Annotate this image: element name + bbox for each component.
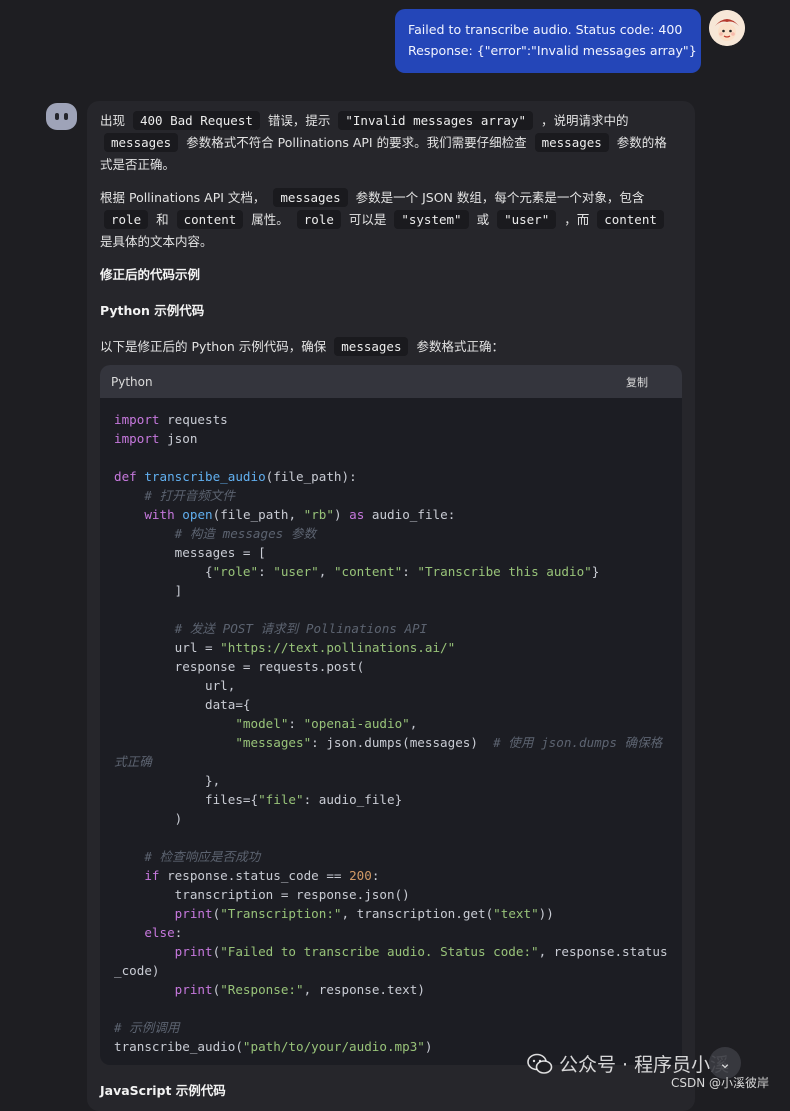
inline-code: messages bbox=[273, 188, 348, 207]
robot-avatar-icon bbox=[46, 103, 77, 130]
code-language-label: Python bbox=[111, 374, 153, 389]
inline-code: messages bbox=[334, 337, 409, 356]
code-block-header: Python 复制 bbox=[100, 365, 682, 398]
inline-code: messages bbox=[534, 133, 609, 152]
csdn-credit: CSDN @小溪彼岸 bbox=[671, 1076, 770, 1090]
paragraph-2: 根据 Pollinations API 文档， messages 参数是一个 J… bbox=[100, 187, 674, 253]
watermark: 公众号 · 程序员小溪 bbox=[527, 1050, 729, 1077]
heading-javascript-example: JavaScript 示例代码 bbox=[100, 1083, 226, 1098]
inline-code: content bbox=[176, 210, 244, 229]
text: 属性。 bbox=[251, 212, 289, 227]
heading-corrected-code: 修正后的代码示例 bbox=[100, 267, 201, 282]
inline-code: 400 Bad Request bbox=[133, 111, 260, 130]
text: 根据 Pollinations API 文档， bbox=[100, 190, 266, 205]
text: ，说明请求中的 bbox=[540, 113, 629, 128]
inline-code: role bbox=[104, 210, 149, 229]
inline-code: content bbox=[597, 210, 664, 229]
inline-code: role bbox=[296, 210, 341, 229]
paragraph-3: 以下是修正后的 Python 示例代码，确保 messages 参数格式正确： bbox=[100, 336, 674, 358]
heading-python-example: Python 示例代码 bbox=[100, 303, 205, 318]
python-code-block: Python 复制 import requests import json de… bbox=[100, 365, 682, 1065]
inline-code: messages bbox=[104, 133, 179, 152]
paragraph-1: 出现 400 Bad Request 错误，提示 "Invalid messag… bbox=[100, 110, 674, 176]
user-avatar-icon[interactable] bbox=[709, 10, 745, 46]
inline-code: "system" bbox=[394, 210, 469, 229]
inline-code: "Invalid messages array" bbox=[338, 111, 533, 130]
text: 或 bbox=[476, 212, 490, 227]
text: 参数是一个 JSON 数组，每个元素是一个对象，包含 bbox=[355, 190, 645, 205]
text: 错误，提示 bbox=[267, 113, 331, 128]
user-message-line-1: Failed to transcribe audio. Status code:… bbox=[408, 22, 683, 37]
text: 参数格式不符合 Pollinations API 的要求。我们需要仔细检查 bbox=[186, 135, 527, 150]
text: 出现 bbox=[100, 113, 126, 128]
assistant-message: 出现 400 Bad Request 错误，提示 "Invalid messag… bbox=[87, 101, 695, 1111]
wechat-icon bbox=[527, 1053, 553, 1075]
python-code: import requests import json def transcri… bbox=[114, 412, 668, 1054]
text: 和 bbox=[156, 212, 169, 227]
text: 可以是 bbox=[348, 212, 387, 227]
text: 是具体的文本内容。 bbox=[100, 234, 213, 249]
inline-code: "user" bbox=[497, 210, 557, 229]
user-message-bubble: Failed to transcribe audio. Status code:… bbox=[395, 9, 701, 73]
watermark-text: 公众号 · 程序员小溪 bbox=[559, 1054, 730, 1076]
copy-button[interactable]: 复制 bbox=[626, 374, 648, 390]
user-message-line-2: Response: {"error":"Invalid messages arr… bbox=[408, 42, 697, 58]
text: 以下是修正后的 Python 示例代码，确保 bbox=[100, 339, 327, 354]
text: ，而 bbox=[564, 212, 590, 227]
text: 参数格式正确： bbox=[416, 339, 504, 354]
